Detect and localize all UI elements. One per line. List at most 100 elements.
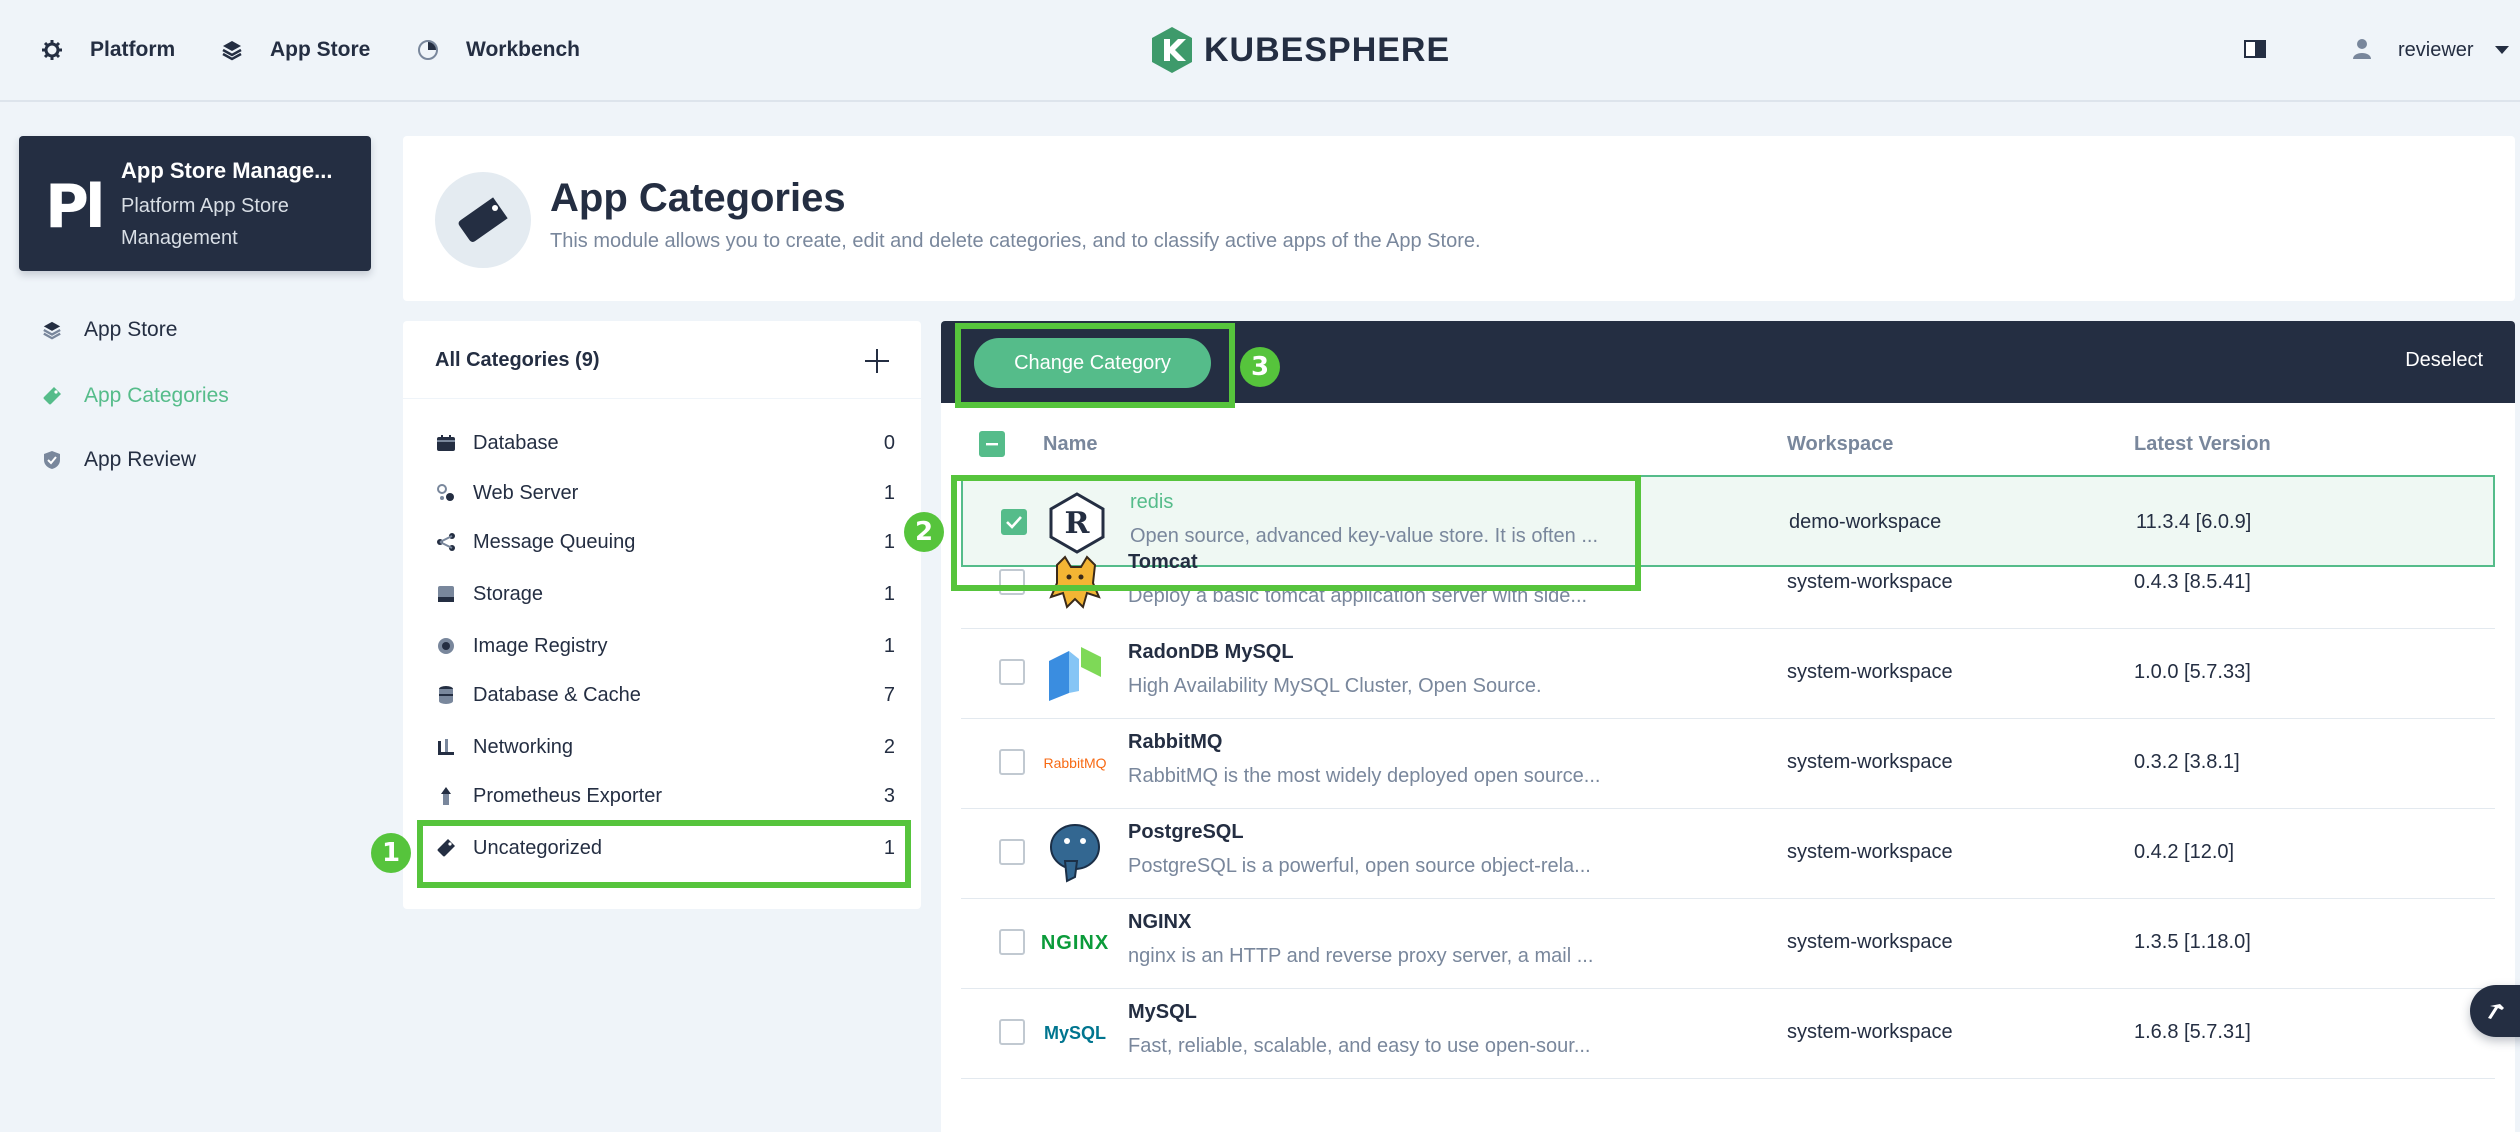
page-description: This module allows you to create, edit a… xyxy=(550,230,1481,252)
category-count: 1 xyxy=(883,582,895,605)
app-workspace: system-workspace xyxy=(1787,571,1953,593)
select-all-checkbox[interactable] xyxy=(979,431,1005,457)
database-icon xyxy=(435,432,457,454)
category-item-networking[interactable]: Networking 2 xyxy=(435,727,895,767)
page-header: App Categories This module allows you to… xyxy=(403,136,2515,301)
row-checkbox[interactable] xyxy=(999,1019,1025,1045)
nginx-icon: NGINX xyxy=(1041,911,1108,975)
tag-icon xyxy=(435,172,531,268)
category-item-database-cache[interactable]: Database & Cache 7 xyxy=(435,675,895,715)
tool-box-button[interactable] xyxy=(2470,985,2520,1037)
category-item-image-registry[interactable]: Image Registry 1 xyxy=(435,626,895,666)
nav-workbench-label: Workbench xyxy=(466,38,580,61)
app-description: High Availability MySQL Cluster, Open So… xyxy=(1128,675,1542,697)
app-description: PostgreSQL is a powerful, open source ob… xyxy=(1128,855,1591,877)
category-item-web-server[interactable]: Web Server 1 xyxy=(435,473,895,513)
table-row[interactable]: RadonDB MySQL High Availability MySQL Clu… xyxy=(961,627,2495,719)
row-checkbox[interactable] xyxy=(999,839,1025,865)
deselect-button[interactable]: Deselect xyxy=(2405,349,2483,372)
table-row[interactable]: RabbitMQ RabbitMQ RabbitMQ is the most wid… xyxy=(961,717,2495,809)
nav-platform-label: Platform xyxy=(90,38,176,61)
storage-icon xyxy=(435,583,457,605)
workspace-logo: Pl xyxy=(45,172,106,242)
category-name: Message Queuing xyxy=(473,530,636,553)
layers-icon xyxy=(40,318,64,342)
category-item-prometheus-exporter[interactable]: Prometheus Exporter 3 xyxy=(435,776,895,816)
table-row[interactable]: PostgreSQL PostgreSQL is a powerful, open… xyxy=(961,807,2495,899)
user-icon xyxy=(2352,38,2374,62)
annotation-badge-3: 3 xyxy=(1240,347,1280,387)
column-latest-version: Latest Version xyxy=(2134,433,2271,455)
exporter-icon xyxy=(435,785,457,807)
category-name: Database & Cache xyxy=(473,683,641,706)
app-name-link[interactable]: PostgreSQL xyxy=(1128,821,1244,844)
all-categories-title[interactable]: All Categories (9) xyxy=(435,349,599,372)
highlight-change-category xyxy=(955,323,1235,408)
app-latest-version: 1.6.8 [5.7.31] xyxy=(2134,1021,2251,1043)
rabbitmq-icon: RabbitMQ xyxy=(1043,731,1107,795)
app-workspace: system-workspace xyxy=(1787,751,1953,773)
category-name: Database xyxy=(473,431,559,454)
category-item-database[interactable]: Database 0 xyxy=(435,423,895,463)
workspace-title: App Store Manage... xyxy=(121,158,333,183)
app-description: nginx is an HTTP and reverse proxy serve… xyxy=(1128,945,1594,967)
row-checkbox[interactable] xyxy=(999,929,1025,955)
category-count: 3 xyxy=(883,784,895,807)
category-count: 1 xyxy=(883,634,895,657)
web-server-icon xyxy=(435,482,457,504)
layers-icon xyxy=(220,38,244,62)
workspace-card: Pl App Store Manage... Platform App Stor… xyxy=(19,136,371,271)
mysql-icon: MySQL xyxy=(1043,1001,1107,1065)
app-name-link[interactable]: RabbitMQ xyxy=(1128,731,1222,754)
table-row[interactable]: MySQL MySQL Fast, reliable, scalable, and … xyxy=(961,987,2495,1079)
app-workspace: system-workspace xyxy=(1787,841,1953,863)
rabbitmq-icon-text: RabbitMQ xyxy=(1043,755,1107,771)
table-row[interactable]: NGINX NGINX nginx is an HTTP and reverse p… xyxy=(961,897,2495,989)
nav-platform[interactable]: Platform xyxy=(40,32,175,68)
sidebar-item-app-review[interactable]: App Review xyxy=(40,442,196,478)
category-name: Networking xyxy=(473,735,574,758)
app-name-link[interactable]: MySQL xyxy=(1128,1001,1197,1024)
category-item-message-queuing[interactable]: Message Queuing 1 xyxy=(435,522,895,562)
minus-icon xyxy=(986,443,998,446)
category-count: 1 xyxy=(883,481,895,504)
category-count: 0 xyxy=(883,431,895,454)
user-menu[interactable]: reviewer xyxy=(2352,32,2510,68)
category-item-storage[interactable]: Storage 1 xyxy=(435,574,895,614)
nav-app-store-label: App Store xyxy=(270,38,371,61)
app-latest-version: 1.3.5 [1.18.0] xyxy=(2134,931,2251,953)
sidebar-item-label: App Store xyxy=(84,318,178,341)
category-name: Storage xyxy=(473,582,544,605)
book-icon[interactable] xyxy=(2244,40,2266,58)
mysql-icon-text: MySQL xyxy=(1043,1022,1106,1043)
logo-text: KUBESPHERE xyxy=(1204,30,1451,69)
workspace-subtitle: Platform App Store Management xyxy=(121,195,289,249)
app-latest-version: 0.4.2 [12.0] xyxy=(2134,841,2235,863)
annotation-badge-2: 2 xyxy=(904,512,944,552)
category-count: 7 xyxy=(883,683,895,706)
sidebar-item-app-store[interactable]: App Store xyxy=(40,312,177,348)
postgresql-icon xyxy=(1043,821,1107,885)
kubesphere-logo[interactable]: KUBESPHERE xyxy=(1150,24,1450,76)
app-workspace: system-workspace xyxy=(1787,661,1953,683)
tag-icon xyxy=(40,384,64,408)
row-checkbox[interactable] xyxy=(999,749,1025,775)
sidebar-item-app-categories[interactable]: App Categories xyxy=(40,378,229,414)
nav-workbench[interactable]: Workbench xyxy=(416,32,580,68)
top-navigation: Platform App Store Workbench KUBESPHERE … xyxy=(0,0,2520,102)
nav-app-store[interactable]: App Store xyxy=(220,32,370,68)
category-name: Image Registry xyxy=(473,634,608,657)
app-workspace: demo-workspace xyxy=(1789,511,1942,533)
app-latest-version: 1.0.0 [5.7.33] xyxy=(2134,661,2251,683)
category-count: 2 xyxy=(883,735,895,758)
app-name-link[interactable]: NGINX xyxy=(1128,911,1191,934)
app-name-link[interactable]: RadonDB MySQL xyxy=(1128,641,1294,664)
add-category-button[interactable] xyxy=(863,347,891,375)
app-latest-version: 11.3.4 [6.0.9] xyxy=(2136,511,2252,533)
row-checkbox[interactable] xyxy=(999,659,1025,685)
chevron-down-icon xyxy=(2494,45,2510,55)
page-title: App Categories xyxy=(550,176,846,220)
gear-icon xyxy=(40,38,64,62)
sidebar-item-label: App Categories xyxy=(84,384,229,407)
username: reviewer xyxy=(2398,38,2474,61)
